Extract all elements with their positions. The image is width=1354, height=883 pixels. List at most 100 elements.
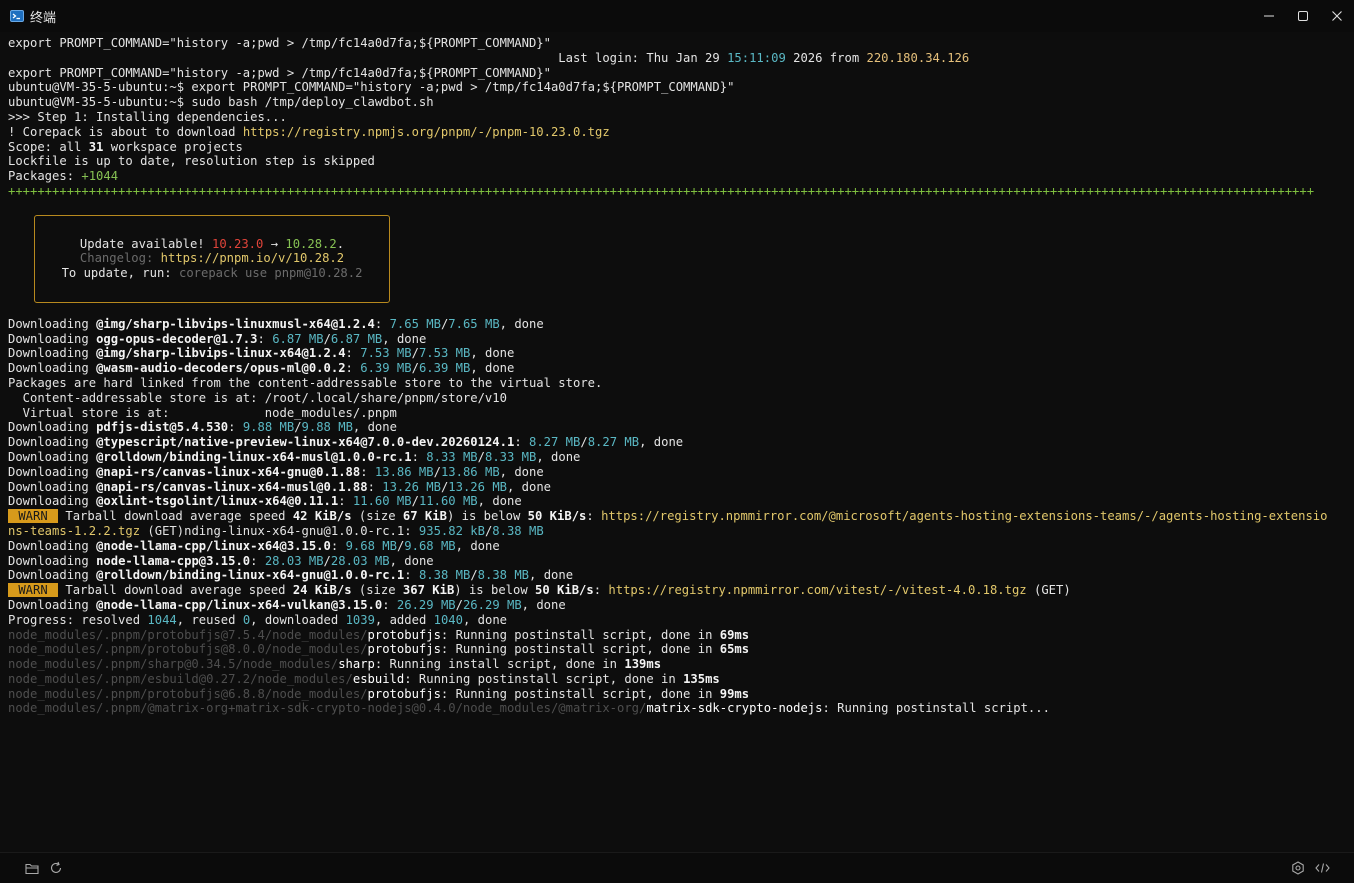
terminal-text: 13.86 MB [374,464,434,479]
terminal-text: 6.87 MB [330,331,383,346]
terminal-text: 28.03 MB [330,553,390,568]
terminal-text: ogg-opus-decoder@1.7.3 [96,331,258,346]
terminal-text: / [433,464,441,479]
terminal-text: 1040 [433,612,463,627]
terminal-text: : Running postinstall script, done in [440,686,720,701]
terminal-text: , done [477,494,522,509]
terminal-text: Downloading [8,316,97,331]
terminal-text: , done [499,316,544,331]
terminal-text: / [411,494,419,509]
terminal-text: Downloading [8,494,97,509]
terminal-text: 65ms [719,642,750,657]
terminal-text: , reused [176,612,243,627]
terminal-text: : [250,553,265,568]
terminal-line: Downloading @node-llama-cpp/linux-x64@3.… [8,539,1354,554]
terminal-line: Downloading pdfjs-dist@5.4.530: 9.88 MB/… [8,420,1354,435]
terminal-line: Downloading @wasm-audio-decoders/opus-ml… [8,361,1354,376]
terminal-line: node_modules/.pnpm/sharp@0.34.5/node_mod… [8,657,1354,672]
terminal-text: 26.29 MB [462,597,522,612]
terminal-text: node_modules/.pnpm/protobufjs@7.5.4/node… [8,627,368,642]
refresh-button[interactable] [48,860,64,876]
terminal-text: node_modules/.pnpm/protobufjs@8.0.0/node… [8,642,368,657]
title-bar[interactable]: 终端 [0,0,1354,32]
terminal-text: @node-llama-cpp/linux-x64@3.15.0 [96,538,331,553]
terminal-text: : [411,449,427,464]
terminal-text: 7.65 MB [448,316,500,331]
terminal-text: , done [455,538,500,553]
terminal-line: ! Corepack is about to download https://… [8,125,1354,140]
terminal-text: 9.88 MB [242,420,295,435]
terminal-text: Scope: all [8,139,89,154]
terminal-text: / [294,420,302,435]
terminal-lines-bottom: Downloading @img/sharp-libvips-linuxmusl… [8,317,1354,717]
terminal-text: : [514,435,529,450]
maximize-button[interactable] [1286,0,1320,32]
terminal-text: https://registry.npmjs.org/pnpm/-/pnpm-1… [242,124,610,139]
terminal-text: : Running install script, done in [374,657,625,672]
terminal-text: Lockfile is up to date, resolution step … [8,154,375,169]
update-notice-box: Update available! 10.23.0 → 10.28.2. Chan… [34,214,390,303]
terminal-text: 7.53 MB [418,346,471,361]
terminal-text: Progress: resolved [8,612,148,627]
terminal-text: : [338,494,353,509]
terminal-text: ! Corepack is about to download [8,124,243,139]
terminal-text: @napi-rs/canvas-linux-x64-musl@0.1.88 [96,479,368,494]
terminal-text: 26.29 MB [396,597,456,612]
terminal-text: : [257,331,273,346]
minimize-button[interactable] [1252,0,1286,32]
terminal-text: 139ms [624,657,662,672]
terminal-text: 9.68 MB [404,538,456,553]
terminal-text: export PROMPT_COMMAND="history -a;pwd > … [8,65,551,80]
terminal-text: ns-teams-1.2.2.tgz [8,523,141,538]
terminal-lines-top: export PROMPT_COMMAND="history -a;pwd > … [8,36,1354,199]
terminal-text: Downloading [8,568,97,583]
code-button[interactable] [1314,860,1330,876]
terminal-icon [10,10,24,22]
terminal-text: node-llama-cpp@3.15.0 [96,553,251,568]
terminal-text: Virtual store is at: node_modules/.pnpm [8,405,397,420]
terminal-text: protobufjs [367,686,441,701]
terminal-text: 99ms [719,686,750,701]
terminal-line: Lockfile is up to date, resolution step … [8,154,1354,169]
terminal-text: @wasm-audio-decoders/opus-ml@0.0.2 [96,361,346,376]
settings-button[interactable] [1290,860,1306,876]
terminal-text: ++++++++++++++++++++++++++++++++++++++++… [8,183,1315,198]
terminal-text: 8.33 MB [426,449,478,464]
terminal-output[interactable]: export PROMPT_COMMAND="history -a;pwd > … [0,36,1354,850]
terminal-text: : [593,583,609,598]
terminal-line: ++++++++++++++++++++++++++++++++++++++++… [8,184,1354,199]
terminal-text: : [360,464,375,479]
terminal-text: 1044 [147,612,177,627]
terminal-text: matrix-sdk-crypto-nodejs [646,701,823,716]
terminal-text: : [345,346,361,361]
terminal-text: corepack use pnpm@10.28.2 [178,266,363,281]
terminal-text: 9.68 MB [345,538,397,553]
terminal-window: 终端 export PROMPT_COMMAND="history -a;pwd… [0,0,1354,883]
terminal-text: 9.88 MB [301,420,353,435]
terminal-text: 220.180.34.126 [866,50,970,65]
terminal-line: Content-addressable store is at: /root/.… [8,391,1354,406]
terminal-text: : [374,316,390,331]
terminal-text: : [228,420,243,435]
terminal-text: ubuntu@VM-35-5-ubuntu:~$ sudo bash /tmp/… [8,95,434,110]
terminal-text: / [411,361,419,376]
terminal-text: 13.26 MB [382,479,441,494]
terminal-text: https://registry.npmmirror.com/@microsof… [601,509,1328,524]
folder-icon [25,863,39,874]
terminal-line: Downloading node-llama-cpp@3.15.0: 28.03… [8,554,1354,569]
terminal-text: : Running postinstall script, done in [404,671,684,686]
terminal-text: 50 KiB/s [527,509,587,524]
terminal-text: node_modules/.pnpm/protobufjs@6.8.8/node… [8,686,368,701]
close-button[interactable] [1320,0,1354,32]
terminal-text: @oxlint-tsgolint/linux-x64@0.11.1 [96,494,339,509]
terminal-text: / [323,331,331,346]
terminal-line: Packages are hard linked from the conten… [8,376,1354,391]
terminal-line: WARN Tarball download average speed 42 K… [8,509,1354,524]
folder-button[interactable] [24,860,40,876]
terminal-text: Downloading [8,479,97,494]
terminal-text: 8.27 MB [529,435,581,450]
terminal-text: 935.82 kB [418,523,485,538]
refresh-icon [50,861,62,873]
terminal-text: node_modules/.pnpm/esbuild@0.27.2/node_m… [8,671,353,686]
terminal-text: 135ms [683,671,720,686]
